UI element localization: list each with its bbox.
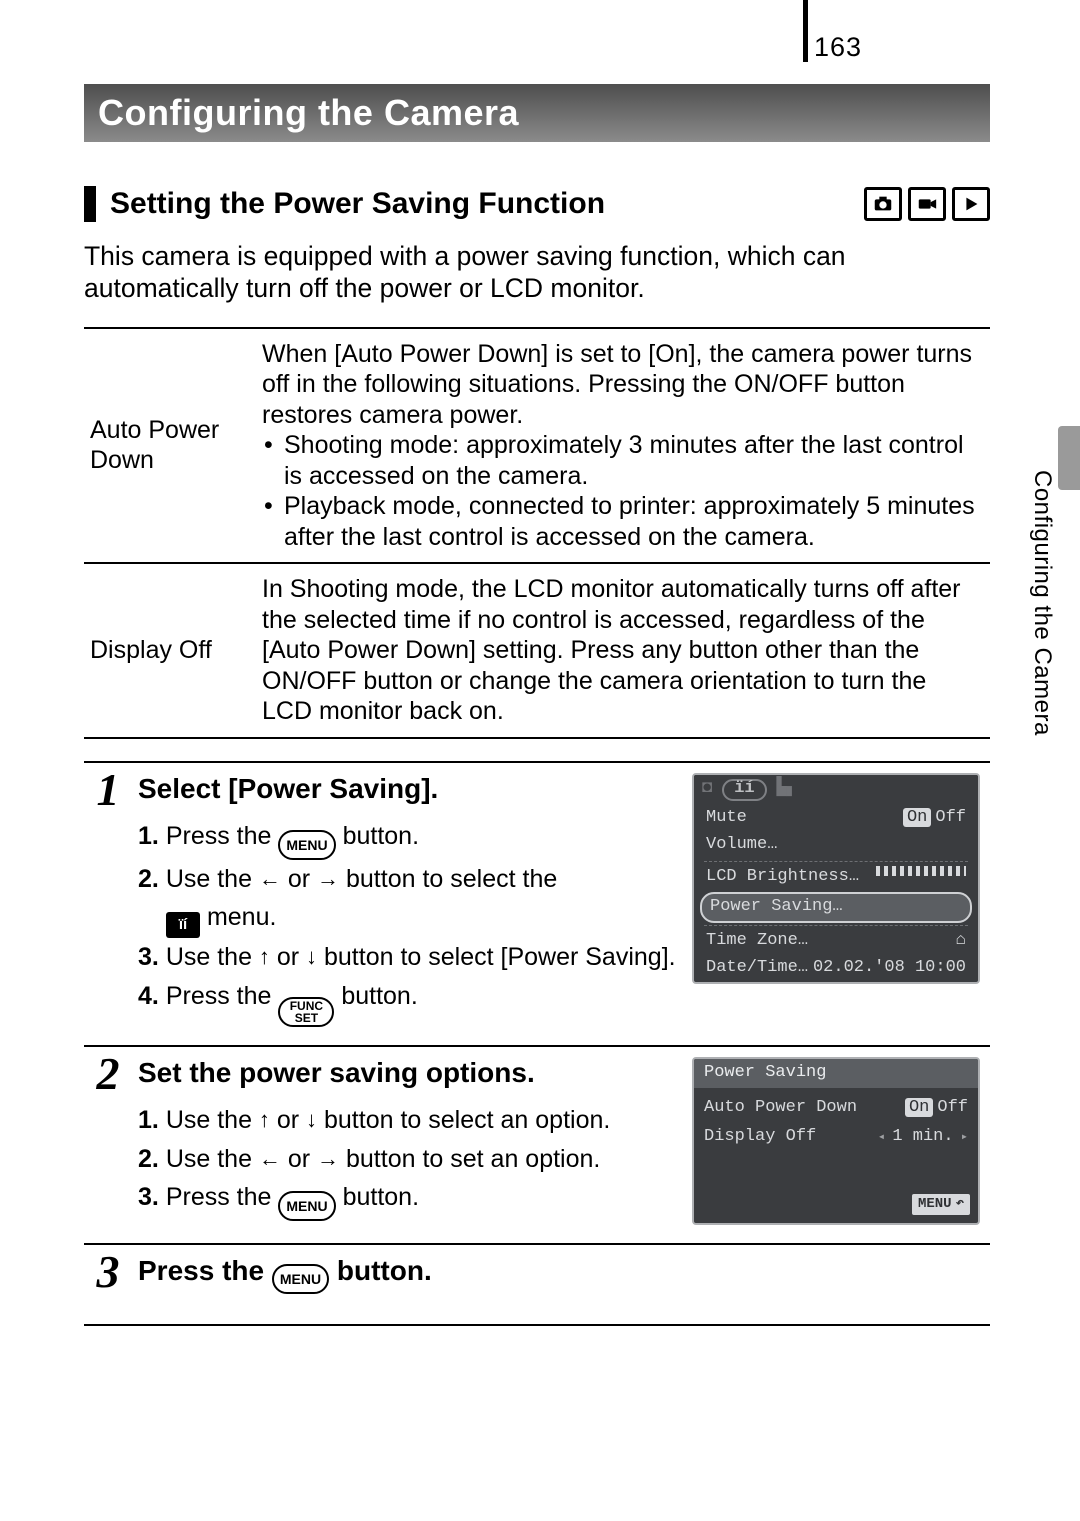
feature-desc: In Shooting mode, the LCD monitor automa… [256, 563, 990, 738]
feature-key: Auto Power Down [84, 328, 256, 564]
feature-desc: When [Auto Power Down] is set to [On], t… [256, 328, 990, 564]
playback-icon [952, 187, 990, 221]
lcd-row: Time Zone…⌂ [694, 928, 978, 955]
return-icon: ↶ [956, 1195, 964, 1214]
substep: 1. Press the MENU button. [138, 817, 682, 860]
steps: 1 Select [Power Saving]. 1. Press the ME… [84, 761, 990, 1326]
step-body: Press the MENU button. [132, 1245, 688, 1324]
step: 3 Press the MENU button. [84, 1245, 990, 1326]
section-header: Setting the Power Saving Function [84, 186, 990, 222]
feature-bullet: Playback mode, connected to printer: app… [262, 491, 982, 552]
person-tab-icon: ▙▖ [777, 778, 797, 801]
page-number: 163 [814, 32, 862, 63]
step-heading: Set the power saving options. [138, 1057, 682, 1089]
camera-icon [864, 187, 902, 221]
lcd-footer: MENU↶ [694, 1188, 978, 1223]
chapter-title-bar: Configuring the Camera [84, 84, 990, 142]
right-triangle-icon: ▸ [954, 1130, 968, 1144]
step-substeps: 1. Use the ↑ or ↓ button to select an op… [138, 1101, 682, 1222]
lcd-power-saving: Power Saving Auto Power Down OnOff Displ… [692, 1057, 980, 1225]
brightness-bar-icon [876, 866, 966, 876]
step-number: 3 [84, 1245, 132, 1324]
side-tab: Configuring the Camera [1032, 426, 1080, 744]
left-arrow-icon: ← [259, 1148, 281, 1170]
step: 1 Select [Power Saving]. 1. Press the ME… [84, 763, 990, 1047]
side-tab-fill [1058, 426, 1080, 490]
home-icon: ⌂ [956, 930, 966, 953]
left-triangle-icon: ◂ [878, 1130, 892, 1144]
lcd-row: Date/Time…02.02.'08 10:00 [694, 955, 978, 982]
substep: 2. Use the ← or → button to set an optio… [138, 1140, 682, 1179]
section-intro: This camera is equipped with a power sav… [84, 240, 990, 305]
tools-menu-icon: ïí [166, 912, 200, 938]
table-row: Display Off In Shooting mode, the LCD mo… [84, 563, 990, 738]
section-mark [84, 186, 96, 222]
side-tab-label: Configuring the Camera [1028, 470, 1056, 736]
camera-tab-icon: ◘ [702, 778, 712, 801]
func-set-button-icon: FUNCSET [278, 997, 334, 1027]
substep: 4. Press the FUNCSET button. [138, 977, 682, 1027]
step-heading: Select [Power Saving]. [138, 773, 682, 805]
menu-return-chip: MENU↶ [912, 1194, 970, 1215]
manual-page: 163 Configuring the Camera Setting the P… [0, 0, 1080, 1521]
lcd-setup-menu: ◘ ïí ▙▖ Mute OnOff Volume… LCD Brightnes… [692, 773, 980, 985]
feature-key: Display Off [84, 563, 256, 738]
lcd-tabs: ◘ ïí ▙▖ [694, 775, 978, 805]
step-screenshot: Power Saving Auto Power Down OnOff Displ… [688, 1047, 990, 1243]
menu-button-icon: MENU [278, 830, 335, 860]
step-body: Select [Power Saving]. 1. Press the MENU… [132, 763, 688, 1045]
feature-lead: When [Auto Power Down] is set to [On], t… [262, 340, 972, 429]
step-number: 1 [84, 763, 132, 1045]
mode-icons [864, 187, 990, 221]
menu-button-icon: MENU [272, 1264, 329, 1294]
lcd-row: Auto Power Down OnOff [704, 1094, 968, 1123]
lcd-row: Volume… [694, 832, 978, 859]
step-heading: Press the MENU button. [138, 1255, 682, 1294]
down-arrow-icon: ↓ [306, 946, 317, 968]
table-row: Auto Power Down When [Auto Power Down] i… [84, 328, 990, 564]
menu-button-icon: MENU [278, 1191, 335, 1221]
lcd-title: Power Saving [694, 1059, 978, 1088]
right-arrow-icon: → [317, 1148, 339, 1170]
substep: 3. Use the ↑ or ↓ button to select [Powe… [138, 938, 682, 977]
right-arrow-icon: → [317, 868, 339, 890]
chapter-title: Configuring the Camera [98, 92, 519, 134]
lcd-row: LCD Brightness… [694, 864, 978, 891]
up-arrow-icon: ↑ [259, 1109, 270, 1131]
step-number: 2 [84, 1047, 132, 1243]
step-substeps: 1. Press the MENU button. 2. Use the ← o… [138, 817, 682, 1027]
feature-bullet: Shooting mode: approximately 3 minutes a… [262, 430, 982, 491]
up-arrow-icon: ↑ [259, 946, 270, 968]
step-body: Set the power saving options. 1. Use the… [132, 1047, 688, 1243]
lcd-row: Mute OnOff [694, 805, 978, 832]
down-arrow-icon: ↓ [306, 1109, 317, 1131]
substep: 3. Press the MENU button. [138, 1178, 682, 1221]
step: 2 Set the power saving options. 1. Use t… [84, 1047, 990, 1245]
step-screenshot: ◘ ïí ▙▖ Mute OnOff Volume… LCD Brightnes… [688, 763, 990, 1045]
page-number-rule [803, 0, 808, 62]
tools-tab-icon: ïí [722, 779, 766, 801]
substep: 1. Use the ↑ or ↓ button to select an op… [138, 1101, 682, 1140]
feature-table: Auto Power Down When [Auto Power Down] i… [84, 327, 990, 739]
left-arrow-icon: ← [259, 868, 281, 890]
lcd-row-selected: Power Saving… [700, 892, 972, 923]
section-title: Setting the Power Saving Function [110, 187, 864, 221]
movie-icon [908, 187, 946, 221]
substep: 2. Use the ← or → button to select the ï… [138, 860, 682, 938]
lcd-row: Display Off ◂ 1 min. ▸ [704, 1123, 968, 1152]
